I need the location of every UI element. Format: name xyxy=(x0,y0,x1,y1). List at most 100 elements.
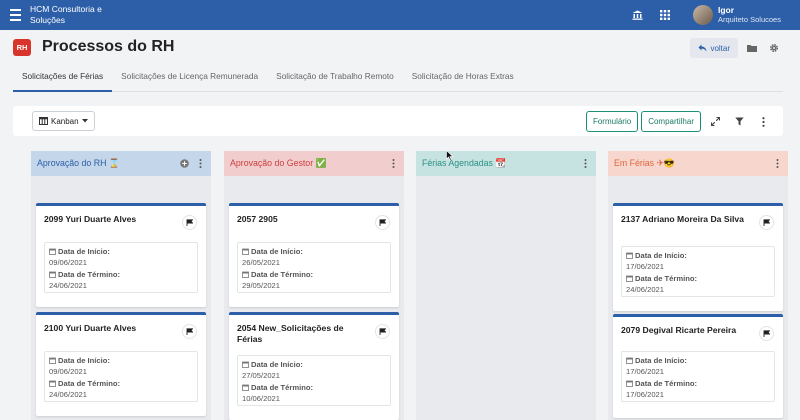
expand-icon[interactable] xyxy=(705,111,725,132)
end-date: 24/06/2021 xyxy=(626,285,665,294)
column-menu-icon[interactable] xyxy=(195,158,205,169)
reply-arrow-icon xyxy=(698,44,707,52)
calendar-icon xyxy=(242,361,249,368)
end-date-label: Data de Término: xyxy=(251,383,314,392)
column-title: Aprovação do Gestor ✅ xyxy=(230,158,327,168)
column-header: Aprovação do RH ⌛ xyxy=(31,151,211,176)
start-date: 09/06/2021 xyxy=(49,367,88,376)
avatar[interactable] xyxy=(693,5,713,25)
flag-icon[interactable] xyxy=(375,215,390,230)
start-date-label: Data de Início: xyxy=(635,251,687,260)
add-card-icon[interactable] xyxy=(179,158,189,169)
flag-icon[interactable] xyxy=(375,324,390,339)
end-date: 24/06/2021 xyxy=(49,281,88,290)
start-date: 26/05/2021 xyxy=(242,258,281,267)
end-date-label: Data de Término: xyxy=(635,274,698,283)
end-date-label: Data de Término: xyxy=(251,270,314,279)
start-date-label: Data de Início: xyxy=(251,247,303,256)
back-button-label: voltar xyxy=(710,43,730,53)
column-menu-icon[interactable] xyxy=(580,158,590,169)
folder-icon[interactable] xyxy=(744,38,760,58)
view-selector-label: Kanban xyxy=(51,116,79,126)
start-date-label: Data de Início: xyxy=(635,356,687,365)
start-date: 09/06/2021 xyxy=(49,258,88,267)
flag-icon[interactable] xyxy=(182,215,197,230)
calendar-icon xyxy=(242,384,249,391)
calendar-icon xyxy=(626,357,633,364)
start-date-label: Data de Início: xyxy=(251,360,303,369)
column-title: Férias Agendadas 📆 xyxy=(422,158,507,168)
bank-icon[interactable] xyxy=(623,0,651,30)
grid-icon[interactable] xyxy=(651,0,679,30)
user-role: Arquiteto Solucoes xyxy=(718,15,781,24)
date-box: Data de Início: 17/06/2021 Data de Térmi… xyxy=(621,351,775,402)
page-header: RH Processos do RH voltar xyxy=(0,30,800,64)
kanban-column: Aprovação do Gestor ✅ 2057 2905 Data de … xyxy=(224,151,404,420)
user-name: Igor xyxy=(718,5,735,15)
flag-icon[interactable] xyxy=(759,215,774,230)
flag-icon[interactable] xyxy=(759,326,774,341)
request-card[interactable]: 2100 Yuri Duarte Alves Data de Início: 0… xyxy=(36,312,206,416)
tab-licenca-remunerada[interactable]: Solicitações de Licença Remunerada xyxy=(112,66,267,92)
board-toolbar: Kanban Formulário Compartilhar xyxy=(13,106,783,136)
back-button[interactable]: voltar xyxy=(690,38,738,58)
request-card[interactable]: 2079 Degival Ricarte Pereira Data de Iní… xyxy=(613,314,783,418)
date-box: Data de Início: 26/05/2021 Data de Térmi… xyxy=(237,242,391,293)
end-date-label: Data de Término: xyxy=(58,379,121,388)
card-title: 2079 Degival Ricarte Pereira xyxy=(621,325,737,335)
card-title: 2057 2905 xyxy=(237,214,278,224)
column-title: Em Férias ✈😎 xyxy=(614,158,675,168)
start-date: 17/06/2021 xyxy=(626,367,665,376)
column-header: Em Férias ✈😎 xyxy=(608,151,788,176)
mouse-cursor-icon xyxy=(446,150,454,161)
kanban-column: Em Férias ✈😎 2137 Adriano Moreira Da Sil… xyxy=(608,151,788,420)
column-menu-icon[interactable] xyxy=(388,158,398,169)
request-card[interactable]: 2099 Yuri Duarte Alves Data de Início: 0… xyxy=(36,203,206,307)
brand-name[interactable]: HCM Consultoria e Soluções xyxy=(30,4,130,26)
user-menu[interactable]: Igor Arquiteto Solucoes xyxy=(718,5,800,25)
tab-solicitacoes-ferias[interactable]: Solicitações de Férias xyxy=(13,66,113,92)
request-card[interactable]: 2054 New_Solicitações de Férias Data de … xyxy=(229,312,399,420)
end-date-label: Data de Término: xyxy=(58,270,121,279)
calendar-icon xyxy=(626,380,633,387)
column-header: Férias Agendadas 📆 xyxy=(416,151,596,176)
start-date: 17/06/2021 xyxy=(626,262,665,271)
calendar-icon xyxy=(49,271,56,278)
request-card[interactable]: 2057 2905 Data de Início: 26/05/2021 Dat… xyxy=(229,203,399,307)
tab-trabalho-remoto[interactable]: Solicitação de Trabalho Remoto xyxy=(267,66,403,92)
end-date: 17/06/2021 xyxy=(626,390,665,399)
view-selector[interactable]: Kanban xyxy=(32,111,95,131)
end-date: 10/06/2021 xyxy=(242,394,281,403)
calendar-icon xyxy=(49,357,56,364)
date-box: Data de Início: 09/06/2021 Data de Térmi… xyxy=(44,242,198,293)
end-date: 24/06/2021 xyxy=(49,390,88,399)
calendar-icon xyxy=(49,248,56,255)
tab-horas-extras[interactable]: Solicitação de Horas Extras xyxy=(403,66,523,92)
calendar-icon xyxy=(626,252,633,259)
flag-icon[interactable] xyxy=(182,324,197,339)
card-title: 2137 Adriano Moreira Da Silva xyxy=(621,214,744,224)
menu-icon[interactable] xyxy=(0,0,30,30)
end-date: 29/05/2021 xyxy=(242,281,281,290)
date-box: Data de Início: 27/05/2021 Data de Térmi… xyxy=(237,355,391,406)
share-button[interactable]: Compartilhar xyxy=(641,111,701,132)
page-title: Processos do RH xyxy=(42,38,175,55)
more-vertical-icon[interactable] xyxy=(753,111,773,132)
start-date-label: Data de Início: xyxy=(58,247,110,256)
calendar-icon xyxy=(626,275,633,282)
form-button[interactable]: Formulário xyxy=(585,111,639,132)
kanban-column: Aprovação do RH ⌛ 2099 Yuri Duarte Alves… xyxy=(31,151,211,420)
tab-bar: Solicitações de Férias Solicitações de L… xyxy=(13,66,783,92)
column-menu-icon[interactable] xyxy=(772,158,782,169)
filter-icon[interactable] xyxy=(729,111,749,132)
column-title: Aprovação do RH ⌛ xyxy=(37,158,120,168)
end-date-label: Data de Término: xyxy=(635,379,698,388)
start-date-label: Data de Início: xyxy=(58,356,110,365)
calendar-icon xyxy=(242,271,249,278)
card-title: 2100 Yuri Duarte Alves xyxy=(44,323,137,333)
request-card[interactable]: 2137 Adriano Moreira Da Silva Data de In… xyxy=(613,203,783,311)
start-date: 27/05/2021 xyxy=(242,371,281,380)
date-box: Data de Início: 09/06/2021 Data de Térmi… xyxy=(44,351,198,402)
kanban-column: Férias Agendadas 📆 xyxy=(416,151,596,420)
gear-icon[interactable] xyxy=(766,38,782,58)
